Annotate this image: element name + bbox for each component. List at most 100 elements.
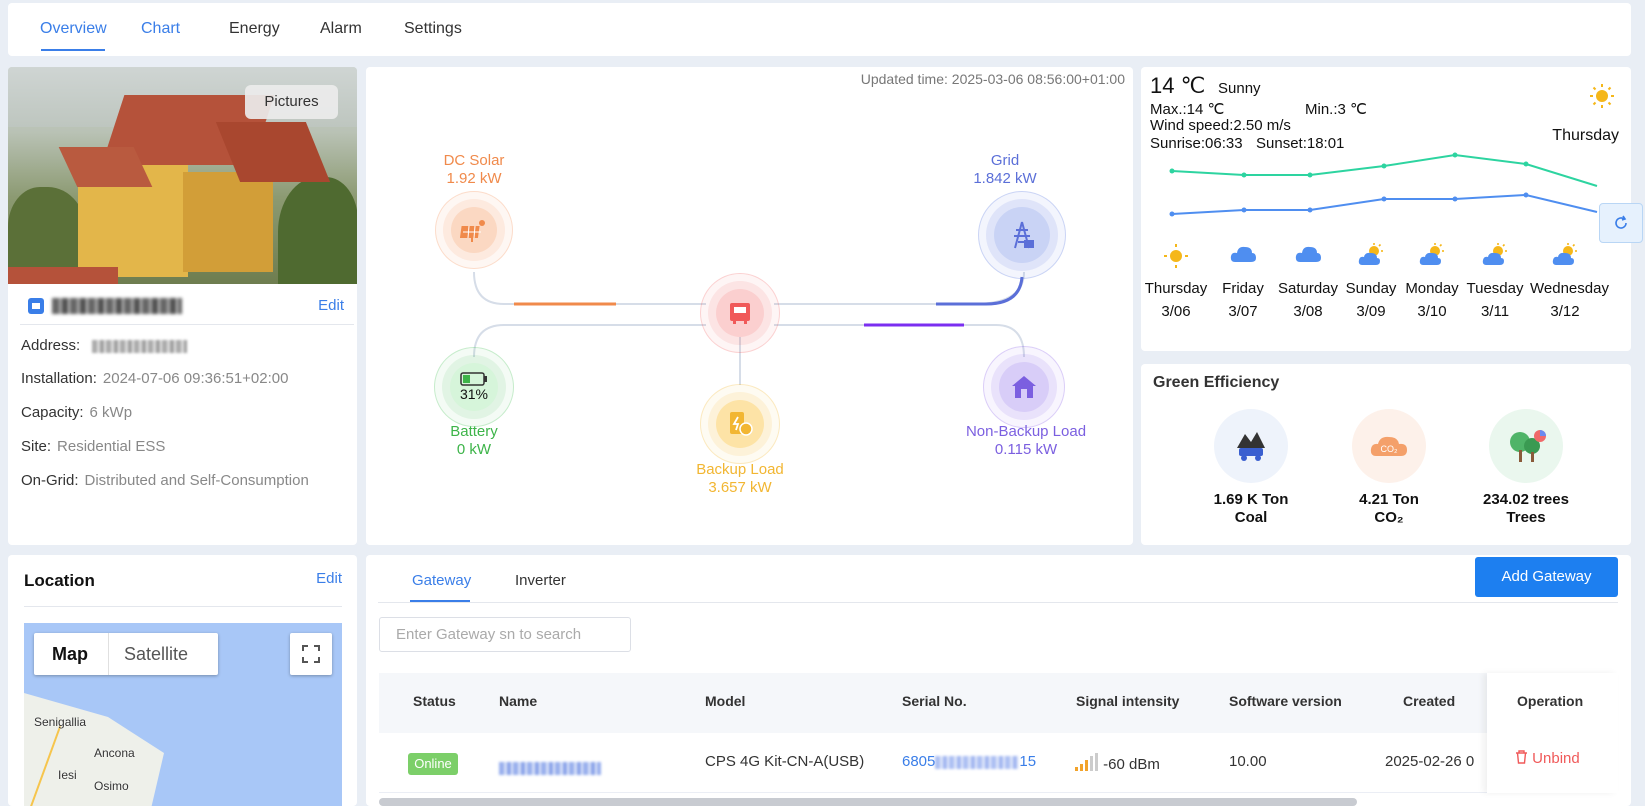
refresh-weather-button[interactable] [1599,203,1643,243]
signal-cell: -60 dBm [1075,753,1160,773]
solar-node[interactable] [435,191,513,269]
backup-load-node[interactable] [700,384,780,464]
forecast-day: Saturday 3/08 [1273,243,1343,322]
pictures-button[interactable]: Pictures [245,85,338,119]
capacity-row: Capacity: 6 kWp [21,404,132,421]
col-software: Software version [1229,693,1342,709]
capacity-label: Capacity: [21,404,84,421]
map-button[interactable]: Map [52,644,88,665]
forecast-day-name: Monday [1405,280,1459,297]
col-status: Status [413,693,456,709]
col-name: Name [499,693,538,709]
table-header: Status Name Model Serial No. Signal inte… [379,673,1618,733]
nonbackup-load-label: Non-Backup Load 0.115 kW [965,423,1087,458]
svg-text:CO₂: CO₂ [1381,444,1399,454]
max-temp: Max.:14 ℃ [1150,101,1225,118]
partly-cloudy-icon [1397,243,1467,275]
tab-overview[interactable]: Overview [40,20,107,38]
gateway-search-input[interactable] [379,617,631,652]
map-city-label: Iesi [58,768,77,782]
divider [24,606,342,607]
tab-gateway[interactable]: Gateway [412,572,471,589]
unbind-button[interactable]: Unbind [1515,750,1580,767]
inverter-node[interactable] [700,273,780,353]
wind-speed: Wind speed:2.50 m/s [1150,117,1291,134]
ongrid-label: On-Grid: [21,472,79,489]
tab-alarm[interactable]: Alarm [320,20,362,38]
partly-cloudy-icon [1336,243,1406,275]
plant-icon [28,298,44,314]
battery-soc: 31% [459,386,489,402]
map-city-label: Senigallia [34,715,87,729]
edit-plant-button[interactable]: Edit [318,297,344,314]
forecast-day: Thursday 3/06 [1141,243,1211,322]
backup-load-label: Backup Load 3.657 kW [696,461,784,496]
col-model: Model [705,693,746,709]
capacity-value: 6 kWp [89,404,133,421]
forecast-day-date: 3/09 [1356,303,1386,320]
plant-photo[interactable]: Pictures [8,67,357,284]
tab-inverter[interactable]: Inverter [515,572,566,589]
map-type-control: Map Satellite [34,633,218,675]
house-icon [999,362,1049,412]
green-efficiency-card: Green Efficiency 1.69 K Ton Coal CO₂ 4.2… [1141,364,1631,545]
battery-label: Battery 0 kW [450,423,498,458]
co2-value: 4.21 Ton [1359,491,1419,508]
cloud-icon [1273,243,1343,275]
coal-label: Coal [1234,509,1268,526]
coal-icon [1214,409,1288,483]
backup-load-icon [716,400,764,448]
forecast-day: Tuesday 3/11 [1460,243,1530,322]
status-badge: Online [408,753,458,775]
trash-icon [1516,750,1527,764]
map-city-label: Osimo [94,779,129,793]
nonbackup-load-node[interactable] [983,346,1065,428]
location-card: Location Edit Map Satellite Senigallia A… [8,555,357,806]
site-label: Site: [21,438,52,455]
gateway-name-redacted[interactable] [499,759,601,776]
col-created: Created [1403,693,1456,709]
location-title: Location [24,571,95,590]
col-serial: Serial No. [902,693,967,709]
fullscreen-button[interactable] [290,633,332,675]
min-temp: Min.:3 ℃ [1305,101,1367,118]
installation-row: Installation: 2024-07-06 09:36:51+02:00 [21,370,288,387]
trees-value: 234.02 trees [1483,491,1569,508]
forecast-day-date: 3/12 [1550,303,1580,320]
today-label: Thursday [1552,127,1619,144]
tab-energy[interactable]: Energy [229,20,280,38]
site-row: Site: Residential ESS [21,438,165,455]
map-city-label: Ancona [94,746,135,760]
tab-settings[interactable]: Settings [404,20,462,38]
grid-node[interactable] [978,191,1066,279]
active-tab-indicator [41,49,105,51]
table-row[interactable]: Online CPS 4G Kit-CN-A(USB) 6805 15 -60 d… [379,733,1618,793]
tab-chart[interactable]: Chart [141,20,180,38]
gateway-card: Gateway Inverter Add Gateway Status Name… [366,555,1631,806]
installation-label: Installation: [21,370,97,387]
ongrid-row: On-Grid: Distributed and Self-Consumption [21,472,309,489]
horizontal-scrollbar[interactable] [379,798,1357,806]
refresh-icon [1615,215,1627,229]
temperature-chart [1169,152,1598,217]
serial-number-link[interactable]: 6805 15 [902,753,1036,770]
created-date: 2025-02-26 0 [1385,753,1475,770]
site-value: Residential ESS [57,438,166,455]
add-gateway-button[interactable]: Add Gateway [1475,557,1618,597]
satellite-button[interactable]: Satellite [124,644,188,665]
grid-flow-segment [936,276,1024,306]
battery-node[interactable]: 31% [434,347,514,427]
plant-name-row: Edit [20,295,354,325]
signal-bars-icon [1075,753,1098,771]
edit-location-button[interactable]: Edit [316,570,342,587]
forecast-day-date: 3/11 [1480,303,1510,320]
battery-icon: 31% [450,363,498,411]
forecast-day: Sunday 3/09 [1336,243,1406,322]
co2-icon: CO₂ [1352,409,1426,483]
trees-icon [1489,409,1563,483]
map-view[interactable]: Map Satellite Senigallia Ancona Iesi Osi… [24,623,342,806]
weather-card: 14 ℃ Sunny Max.:14 ℃ Min.:3 ℃ Wind speed… [1141,67,1631,351]
forecast-day: Monday 3/10 [1397,243,1467,322]
co2-item: CO₂ 4.21 Ton CO₂ [1329,409,1449,527]
plant-name-redacted [52,298,182,314]
